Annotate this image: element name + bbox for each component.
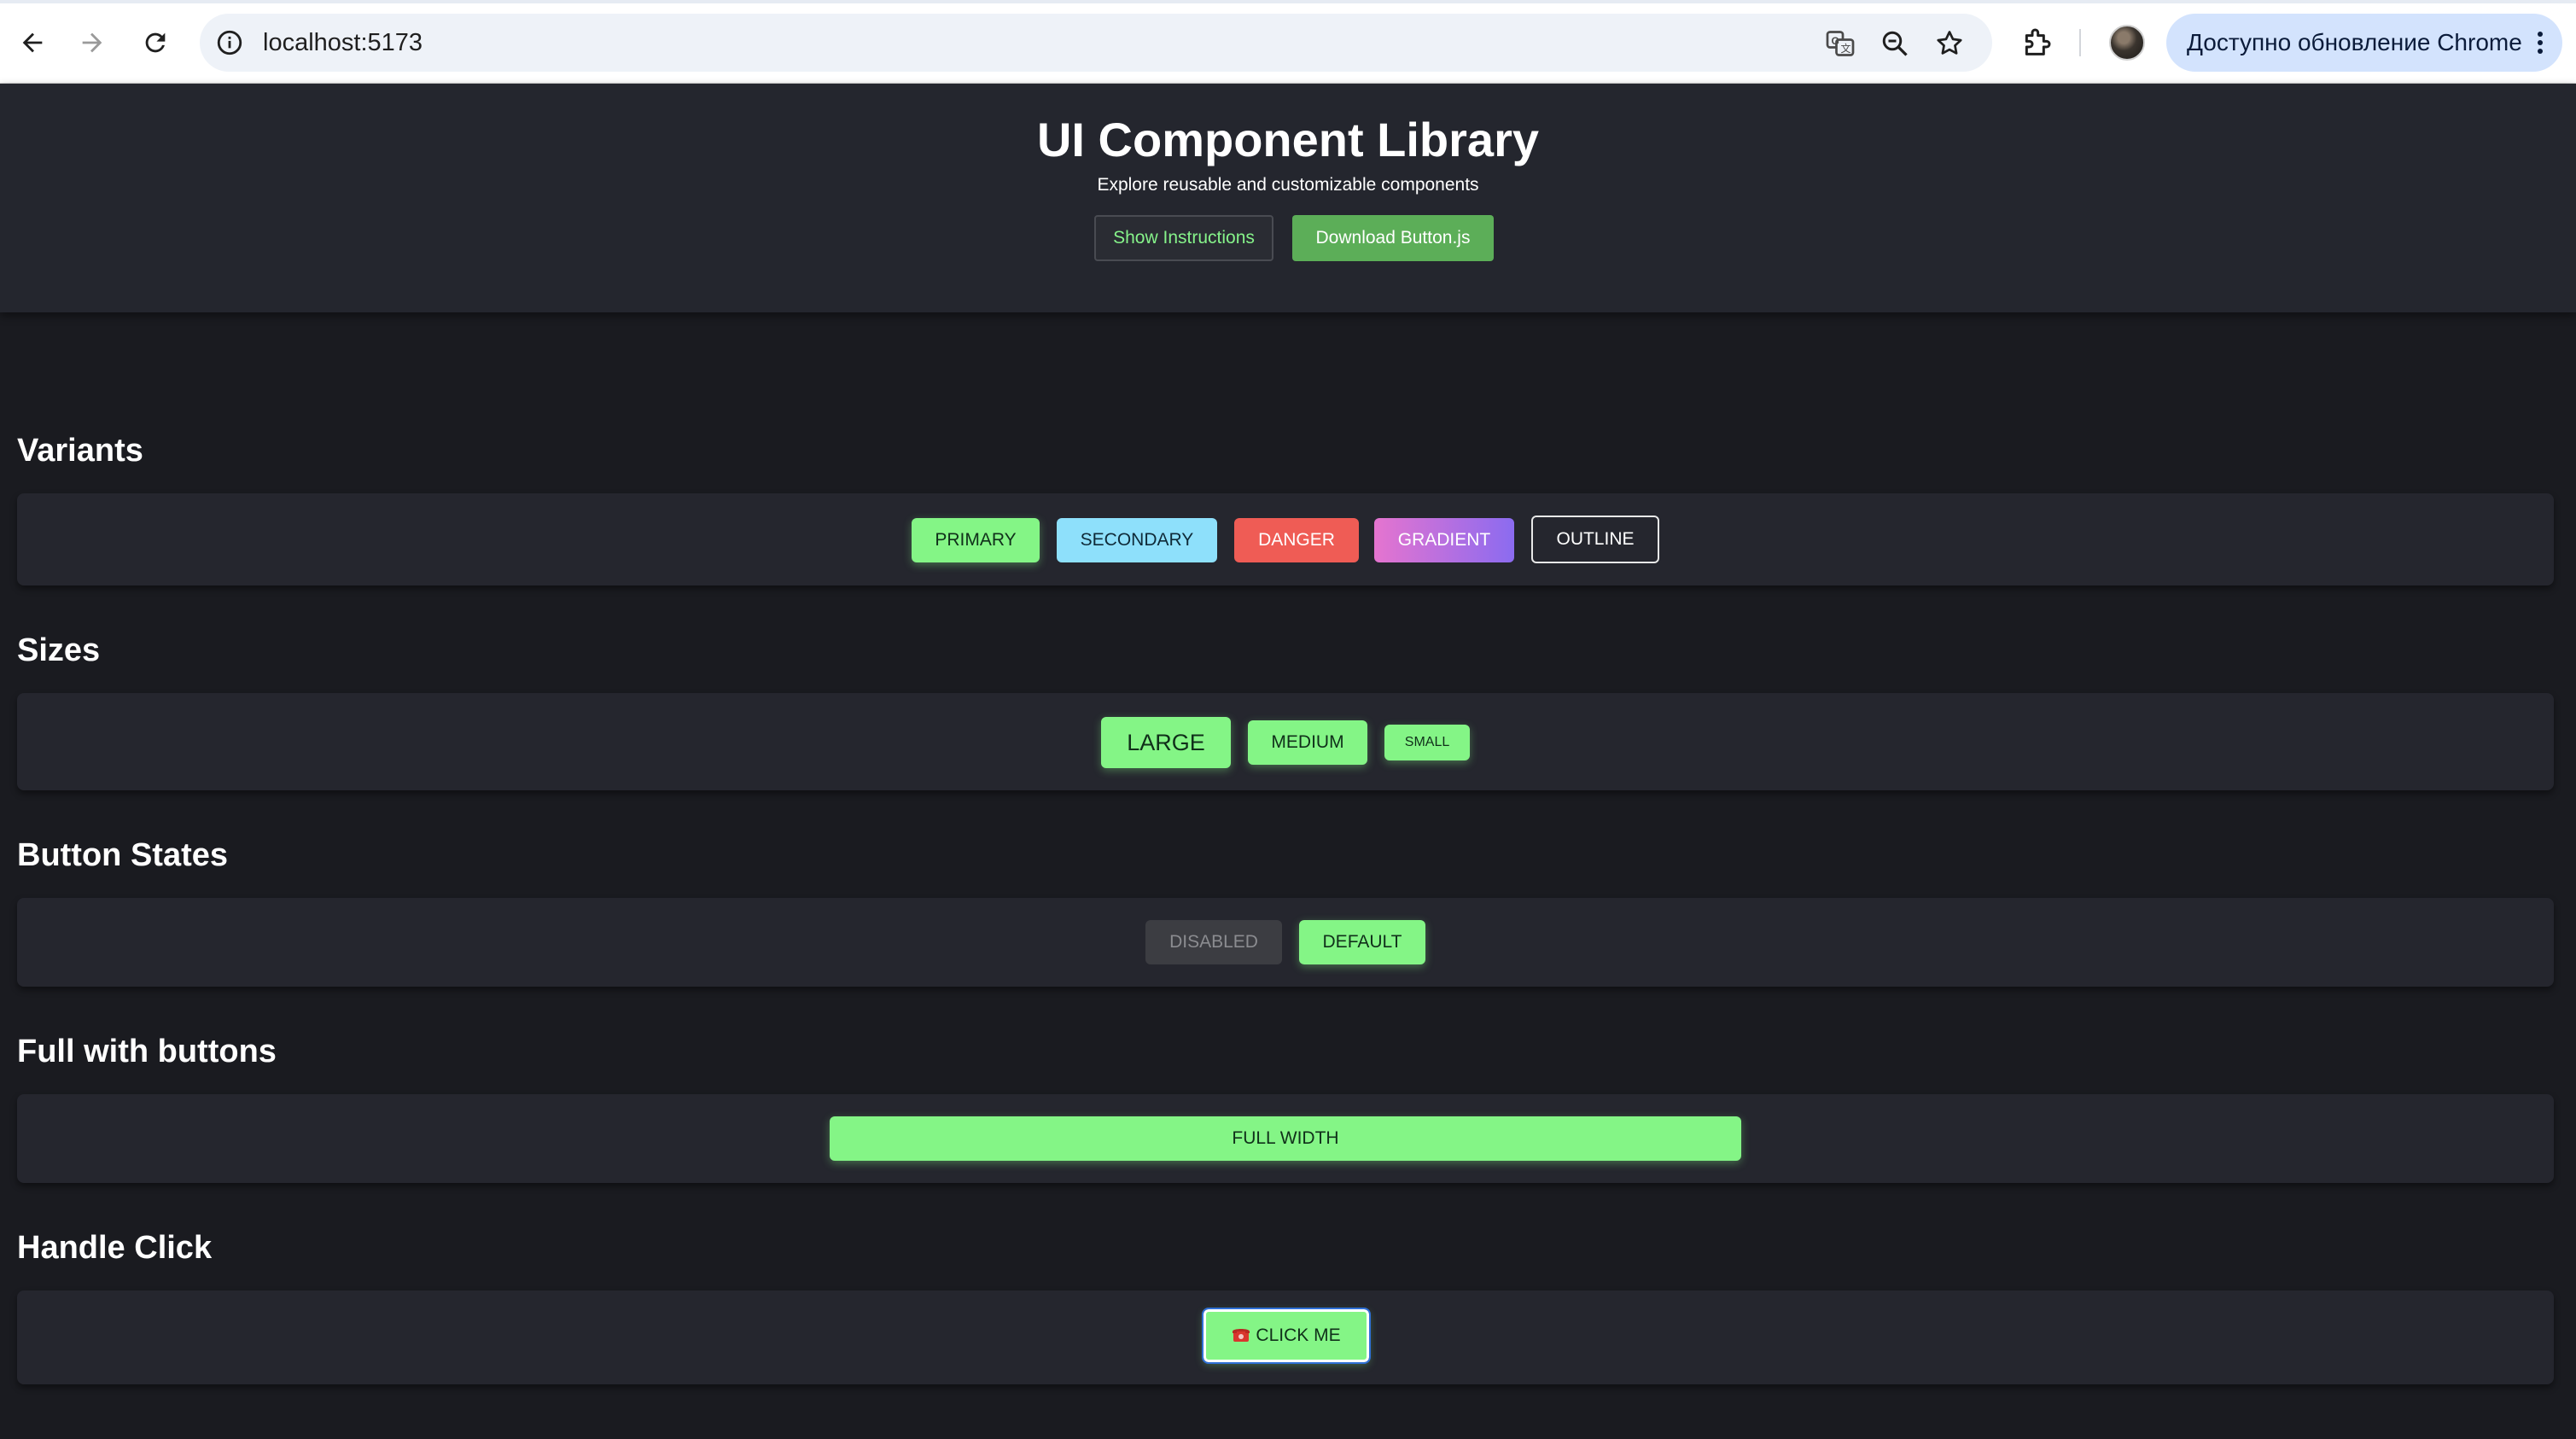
small-button[interactable]: SMALL [1384,725,1470,760]
translate-icon[interactable]: G 文 [1825,28,1856,59]
click-me-button[interactable]: CLICK ME [1202,1308,1371,1364]
section-title-full-width: Full with buttons [17,1034,277,1069]
svg-text:文: 文 [1840,42,1850,55]
primary-button[interactable]: PRIMARY [912,518,1040,562]
handle-click-panel: CLICK ME [17,1290,2554,1384]
full-width-panel: FULL WIDTH [17,1094,2554,1183]
url-text[interactable]: localhost:5173 [263,28,423,57]
section-title-button-states: Button States [17,837,228,873]
page-header: UI Component Library Explore reusable an… [0,84,2576,312]
bookmark-star-icon[interactable] [1934,28,1965,59]
secondary-button[interactable]: SECONDARY [1057,518,1217,562]
toolbar-divider [2079,29,2081,56]
zoom-icon[interactable] [1880,28,1910,59]
chrome-update-label: Доступно обновление Chrome [2187,29,2522,55]
sizes-panel: LARGE MEDIUM SMALL [17,693,2554,790]
section-title-sizes: Sizes [17,632,101,668]
browser-toolbar: localhost:5173 G 文 Доступно обновление C… [0,0,2576,84]
page-title: UI Component Library [1036,113,1540,166]
extensions-icon[interactable] [2019,26,2054,60]
danger-button[interactable]: DANGER [1234,518,1359,562]
medium-button[interactable]: MEDIUM [1248,720,1367,765]
reload-icon [145,32,166,53]
gradient-button[interactable]: GRADIENT [1374,518,1514,562]
tab-strip [0,0,2576,3]
download-button[interactable]: Download Button.js [1292,215,1494,261]
variants-panel: PRIMARY SECONDARY DANGER GRADIENT OUTLIN… [17,493,2554,586]
click-me-label: CLICK ME [1256,1325,1341,1345]
section-title-handle-click: Handle Click [17,1230,213,1266]
address-bar[interactable]: localhost:5173 G 文 [200,14,1992,72]
site-info-icon[interactable] [215,28,244,57]
forward-button[interactable] [70,20,114,65]
profile-avatar[interactable] [2109,25,2145,61]
arrow-left-icon [22,32,43,53]
default-button[interactable]: DEFAULT [1299,920,1425,964]
chrome-update-button[interactable]: Доступно обновление Chrome [2166,14,2562,72]
states-panel: DISABLED DEFAULT [17,898,2554,987]
large-button[interactable]: LARGE [1101,717,1231,768]
more-menu-icon[interactable] [2537,31,2544,55]
svg-text:G: G [1832,35,1839,47]
telephone-icon [1232,1314,1250,1342]
full-width-button[interactable]: FULL WIDTH [830,1116,1741,1161]
arrow-right-icon [82,32,102,53]
section-title-variants: Variants [17,433,143,469]
outline-button[interactable]: OUTLINE [1531,516,1659,563]
show-instructions-button[interactable]: Show Instructions [1094,215,1273,261]
page-subtitle: Explore reusable and customizable compon… [1097,175,1479,195]
disabled-button: DISABLED [1145,920,1282,964]
back-button[interactable] [10,20,55,65]
reload-button[interactable] [133,20,178,65]
